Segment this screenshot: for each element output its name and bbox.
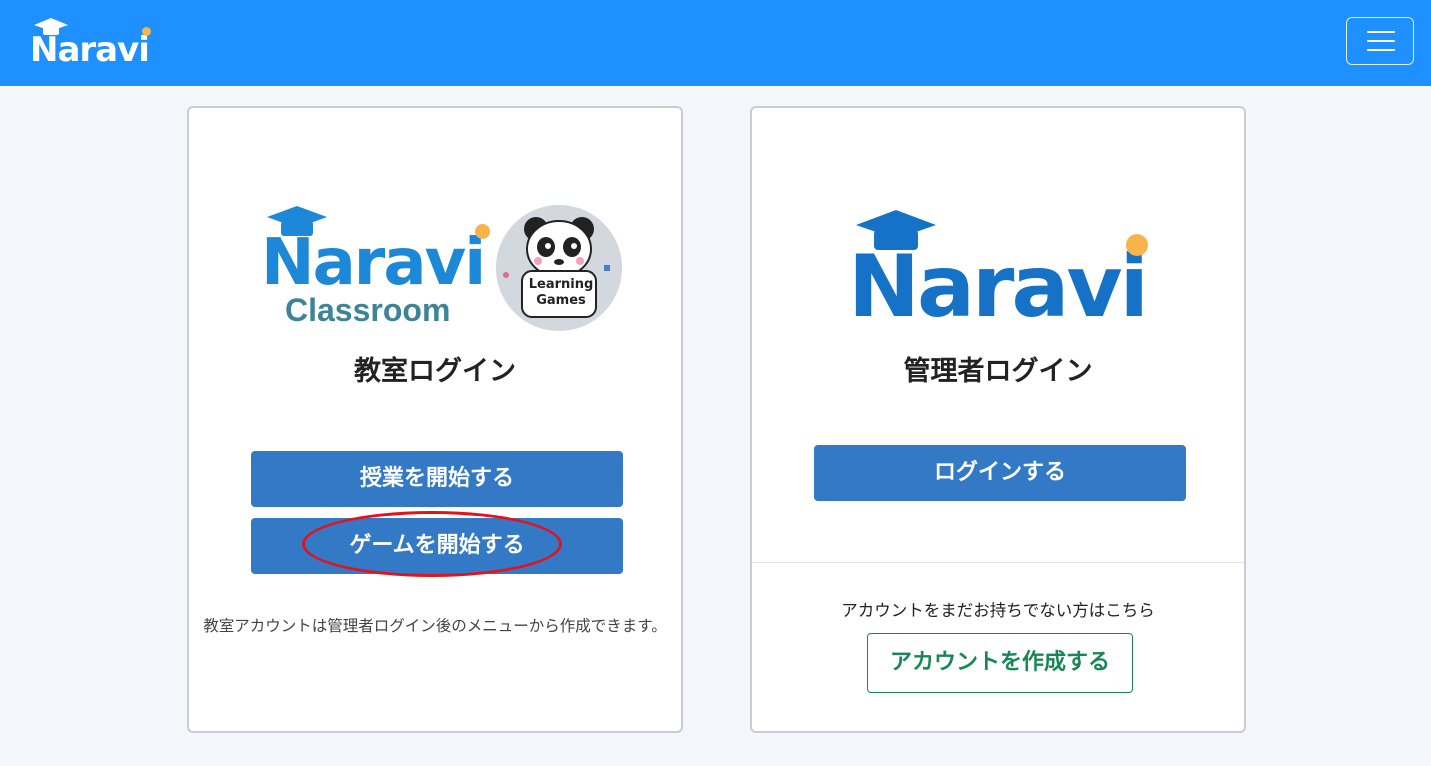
logo-wordmark: Naravi [848,237,1149,337]
learning-games-badge: Learning Games [496,205,622,331]
naravi-logo: Naravi [848,210,1158,340]
create-account-button[interactable]: アカウントを作成する [867,633,1133,693]
top-navbar: Naravi [0,0,1431,86]
classroom-login-title: 教室ログイン [354,356,516,387]
classroom-login-card: Naravi Classroom Learning Games 教室ログイン 授… [187,106,683,733]
admin-login-card: Naravi 管理者ログイン ログインする アカウントをまだお持ちでない方はこち… [750,106,1246,733]
start-lesson-button[interactable]: 授業を開始する [251,451,623,507]
naravi-logo[interactable]: Naravi [30,16,156,70]
hamburger-icon [1367,40,1395,42]
card-divider [752,562,1244,563]
logo-dot [142,27,151,36]
logo-dot [1126,234,1148,256]
menu-toggle-button[interactable] [1346,17,1414,65]
logo-wordmark: Naravi [261,226,486,300]
hamburger-icon [1367,49,1395,51]
logo-dot [475,224,490,239]
badge-text: Learning Games [528,277,594,308]
logo-subtitle: Classroom [285,292,451,328]
start-game-button[interactable]: ゲームを開始する [251,518,623,574]
admin-login-title: 管理者ログイン [903,356,1093,387]
brand-wordmark: Naravi [30,30,150,70]
classroom-account-note: 教室アカウントは管理者ログイン後のメニューから作成できます。 [203,617,667,635]
admin-login-button[interactable]: ログインする [814,445,1186,501]
panda-icon [496,205,622,331]
hamburger-icon [1367,31,1395,33]
no-account-text: アカウントをまだお持ちでない方はこちら [841,601,1155,620]
